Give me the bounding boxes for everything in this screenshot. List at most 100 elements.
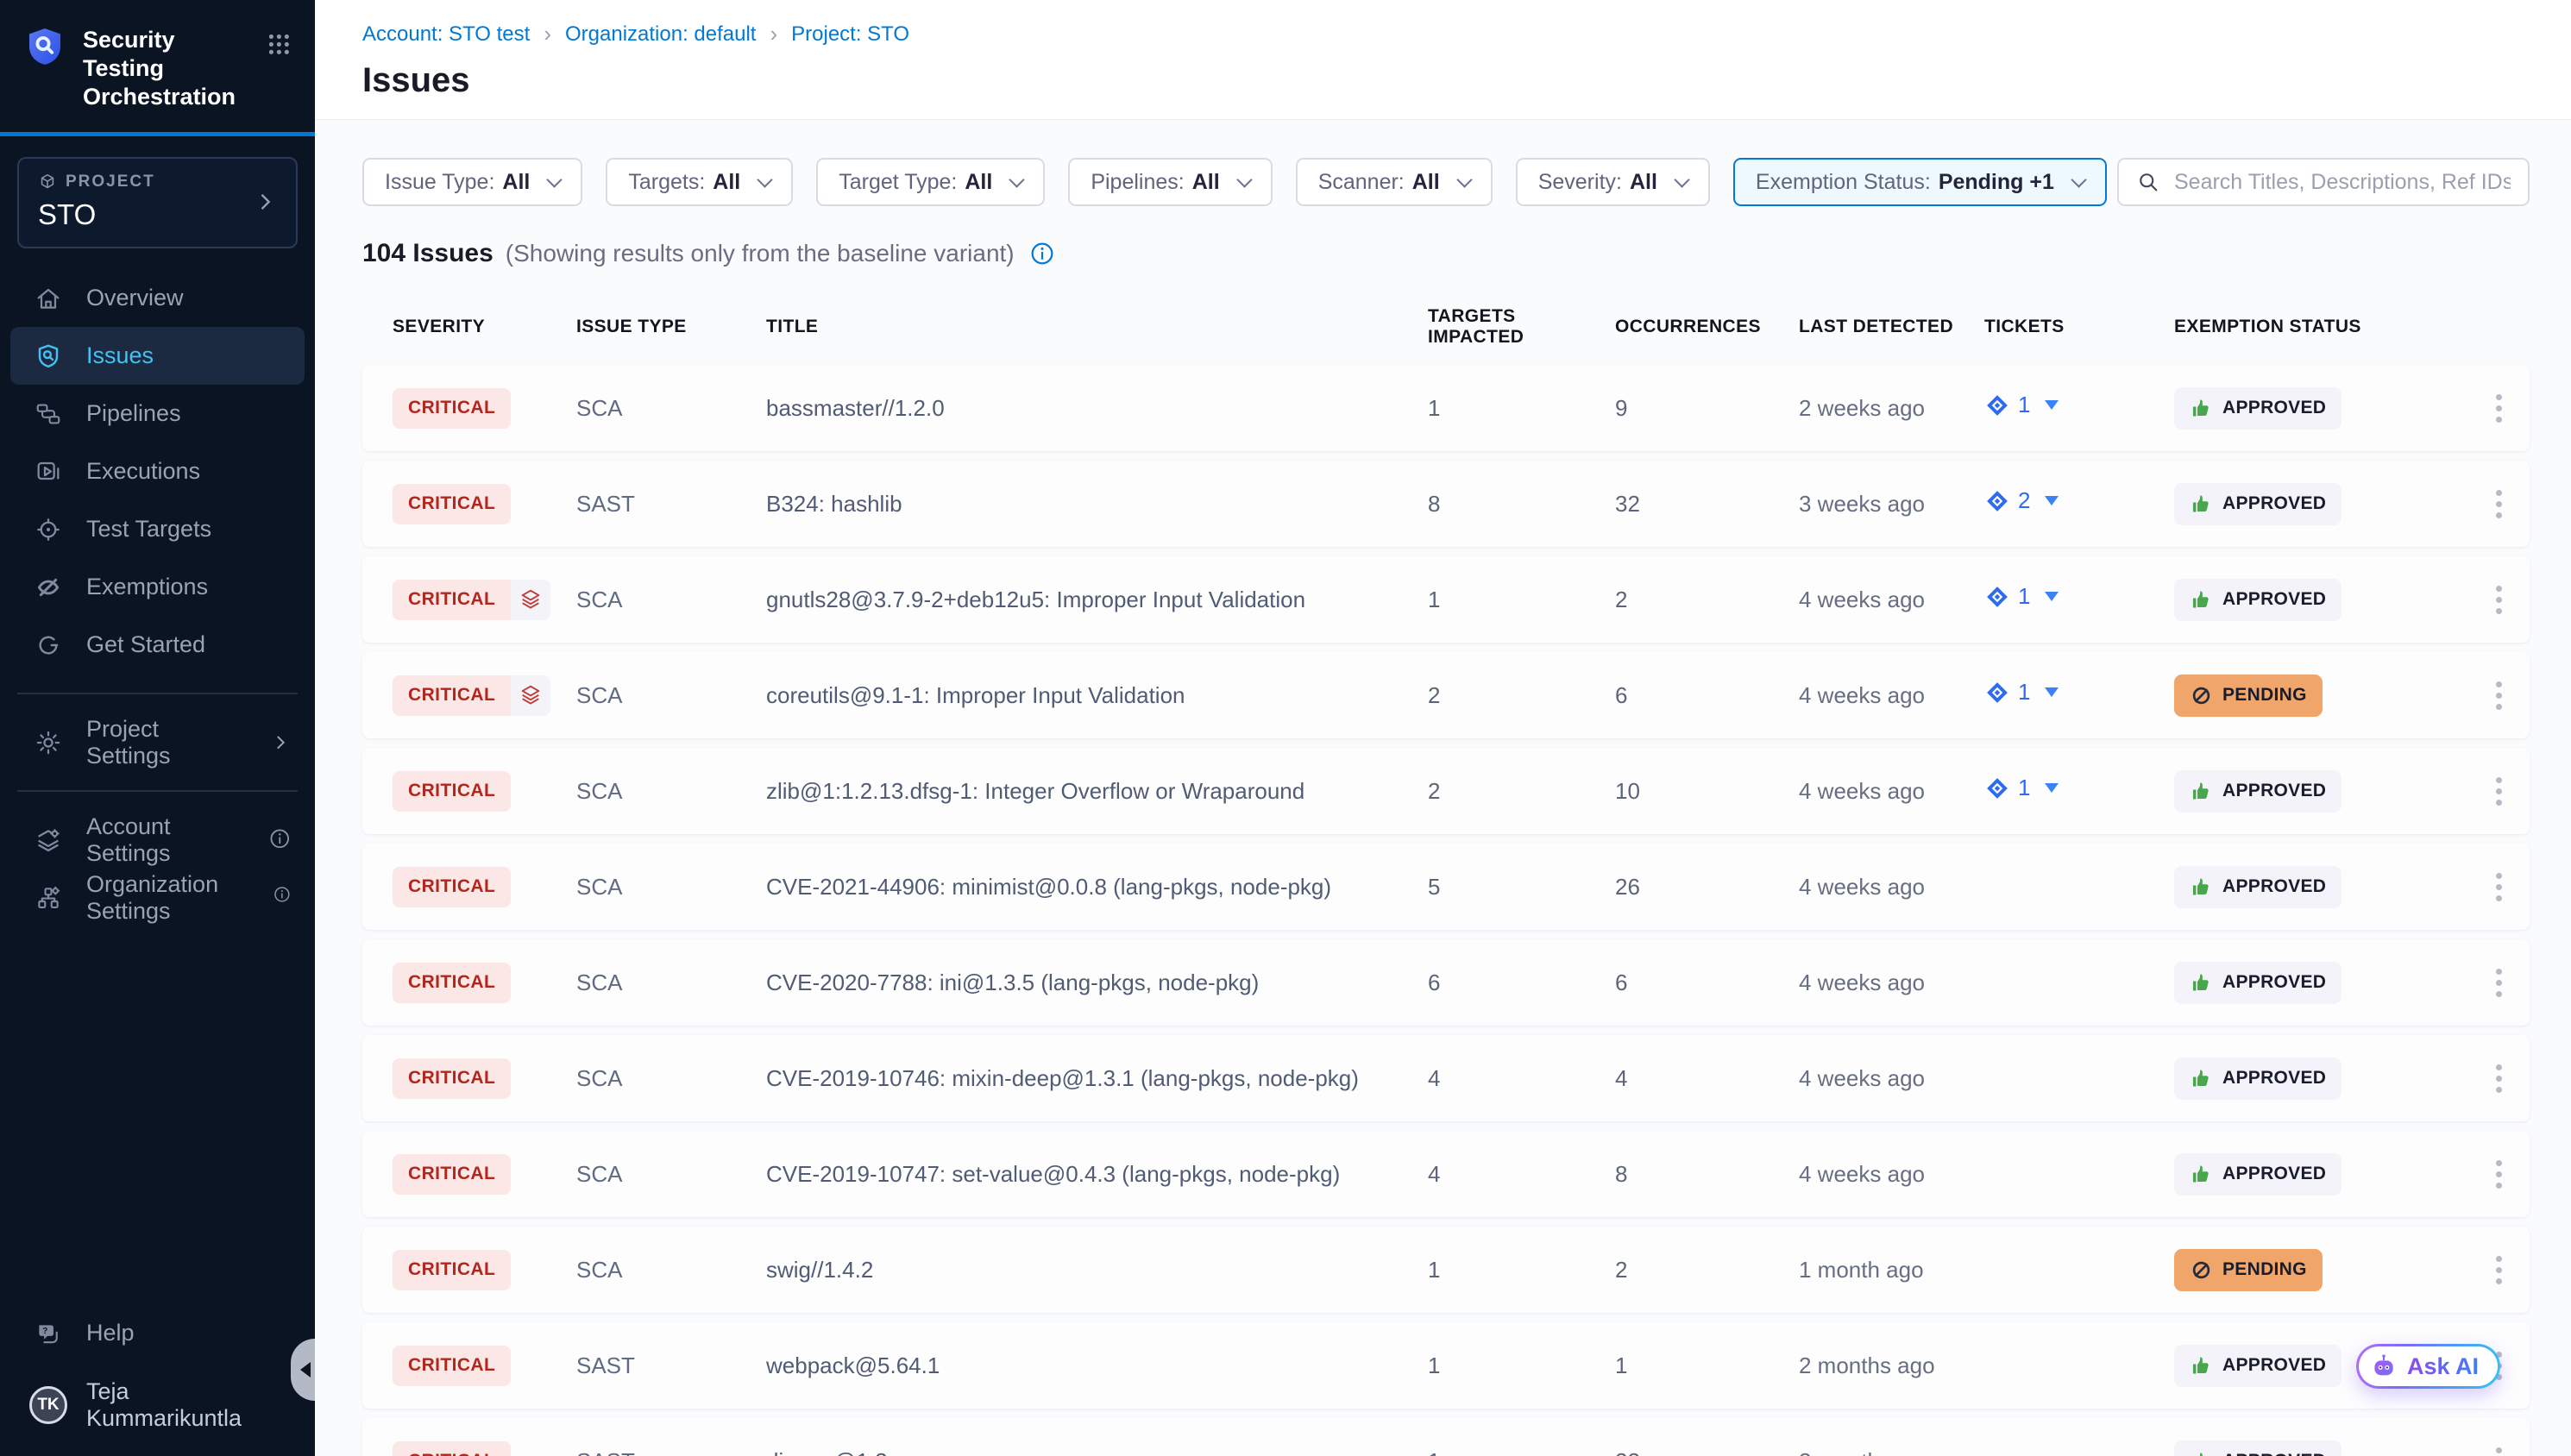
last-detected: 4 weeks ago <box>1799 970 1984 996</box>
caret-down-icon <box>2045 783 2059 800</box>
severity-badge: CRITICAL <box>393 675 511 716</box>
issue-type: SCA <box>576 874 766 901</box>
issue-type: SCA <box>576 1161 766 1188</box>
filter-targets[interactable]: Targets:All <box>606 158 793 206</box>
table-row[interactable]: CRITICALSCAswig//1.4.2121 month agoPENDI… <box>362 1227 2530 1313</box>
column-header: SEVERITY <box>393 317 576 337</box>
issue-title: gnutls28@3.7.9-2+deb12u5: Improper Input… <box>766 587 1428 613</box>
row-menu-button[interactable] <box>2487 673 2511 719</box>
table-row[interactable]: CRITICALSASTB324: hashlib8323 weeks ago2… <box>362 461 2530 547</box>
exemption-status-cell: APPROVED <box>2174 1153 2467 1196</box>
user-profile[interactable]: TK Teja Kummarikuntla <box>10 1376 305 1434</box>
last-detected: 4 weeks ago <box>1799 682 1984 709</box>
sidebar-item-account-settings[interactable]: Account Settings <box>10 811 305 869</box>
exemption-status-cell: APPROVED <box>2174 1440 2467 1456</box>
info-icon[interactable] <box>1030 242 1054 266</box>
table-row[interactable]: CRITICALSCAcoreutils@9.1-1: Improper Inp… <box>362 652 2530 738</box>
sidebar-item-executions[interactable]: Executions <box>10 442 305 500</box>
sidebar-item-test-targets[interactable]: Test Targets <box>10 500 305 558</box>
caret-down-icon <box>2045 400 2059 417</box>
table-row[interactable]: CRITICALSCACVE-2020-7788: ini@1.3.5 (lan… <box>362 939 2530 1026</box>
thumbs-up-icon <box>2190 397 2213 420</box>
ticket-count: 1 <box>2018 392 2030 418</box>
row-menu-button[interactable] <box>2487 960 2511 1006</box>
jira-ticket-icon <box>1984 488 2010 514</box>
help-chat-icon: ? <box>35 1320 62 1347</box>
table-row[interactable]: CRITICALSCAzlib@1:1.2.13.dfsg-1: Integer… <box>362 748 2530 834</box>
module-switcher-grid-icon[interactable] <box>266 31 292 59</box>
chevron-right-icon <box>270 732 291 753</box>
table-row[interactable]: CRITICALSASTwebpack@5.64.1112 months ago… <box>362 1322 2530 1409</box>
sidebar-item-pipelines[interactable]: Pipelines <box>10 385 305 442</box>
table-row[interactable]: CRITICALSCACVE-2019-10747: set-value@0.4… <box>362 1131 2530 1217</box>
info-icon[interactable] <box>269 828 291 851</box>
severity-badge: CRITICAL <box>393 867 511 907</box>
sidebar-divider <box>17 693 298 694</box>
sidebar-item-exemptions[interactable]: Exemptions <box>10 558 305 616</box>
sidebar-item-overview[interactable]: Overview <box>10 269 305 327</box>
sidebar-item-label: Get Started <box>86 631 205 658</box>
severity-cell: CRITICAL <box>393 1250 576 1290</box>
severity-cell: CRITICAL <box>393 484 576 524</box>
filter-issue-type[interactable]: Issue Type:All <box>362 158 582 206</box>
ticket-link[interactable]: 1 <box>1984 583 2059 610</box>
table-row[interactable]: CRITICALSCACVE-2021-44906: minimist@0.0.… <box>362 844 2530 930</box>
info-icon[interactable] <box>273 886 291 909</box>
row-menu-button[interactable] <box>2487 769 2511 814</box>
sidebar-item-label: Organization Settings <box>86 871 249 925</box>
severity-badge: CRITICAL <box>393 484 511 524</box>
occurrences: 6 <box>1615 682 1799 709</box>
ticket-link[interactable]: 1 <box>1984 392 2059 418</box>
caret-down-icon <box>2045 592 2059 608</box>
row-menu-button[interactable] <box>2487 386 2511 431</box>
severity-cell: CRITICAL <box>393 1058 576 1099</box>
row-menu-button[interactable] <box>2487 1056 2511 1101</box>
severity-badge: CRITICAL <box>393 1154 511 1195</box>
filter-target-type[interactable]: Target Type:All <box>816 158 1045 206</box>
ticket-link[interactable]: 2 <box>1984 487 2059 514</box>
row-menu-button[interactable] <box>2487 1247 2511 1293</box>
breadcrumb-account[interactable]: Account: STO test <box>362 22 530 47</box>
row-menu-button[interactable] <box>2487 864 2511 910</box>
ask-ai-button[interactable]: Ask AI <box>2356 1344 2500 1389</box>
filter-exemption-status[interactable]: Exemption Status:Pending +1 <box>1733 158 2107 206</box>
issue-title: django@1.2 <box>766 1448 1428 1456</box>
shield-search-icon <box>35 342 62 370</box>
occurrences: 22 <box>1615 1448 1799 1456</box>
sidebar-item-organization-settings[interactable]: Organization Settings <box>10 869 305 926</box>
sidebar-item-project-settings[interactable]: Project Settings <box>10 713 305 771</box>
filter-scanner[interactable]: Scanner:All <box>1296 158 1493 206</box>
issue-type: SCA <box>576 682 766 709</box>
table-row[interactable]: CRITICALSASTdjango@1.21222 months agoAPP… <box>362 1418 2530 1456</box>
issue-type: SAST <box>576 1448 766 1456</box>
ticket-link[interactable]: 1 <box>1984 775 2059 801</box>
tickets-cell: 1 <box>1984 392 2174 424</box>
row-menu-button[interactable] <box>2487 1439 2511 1456</box>
project-selector[interactable]: PROJECT STO <box>17 157 298 248</box>
breadcrumb-organization[interactable]: Organization: default <box>565 22 756 47</box>
filter-pipelines[interactable]: Pipelines:All <box>1068 158 1272 206</box>
exemption-status-cell: APPROVED <box>2174 483 2467 525</box>
severity-badge: CRITICAL <box>393 580 511 620</box>
row-menu-button[interactable] <box>2487 577 2511 623</box>
filter-label: Target Type: <box>839 170 957 195</box>
search-input[interactable] <box>2174 170 2511 195</box>
filter-severity[interactable]: Severity:All <box>1516 158 1710 206</box>
sidebar-item-issues[interactable]: Issues <box>10 327 305 385</box>
filter-label: Targets: <box>628 170 705 195</box>
table-row[interactable]: CRITICALSCACVE-2019-10746: mixin-deep@1.… <box>362 1035 2530 1121</box>
table-row[interactable]: CRITICALSCAbassmaster//1.2.0192 weeks ag… <box>362 365 2530 451</box>
sidebar-item-get-started[interactable]: Get Started <box>10 616 305 674</box>
tickets-cell: 2 <box>1984 487 2174 520</box>
status-label: APPROVED <box>2222 589 2326 610</box>
breadcrumb-project[interactable]: Project: STO <box>791 22 909 47</box>
severity-badge: CRITICAL <box>393 1346 511 1386</box>
ticket-link[interactable]: 1 <box>1984 679 2059 706</box>
row-menu-button[interactable] <box>2487 1152 2511 1197</box>
project-cube-icon <box>38 173 57 191</box>
sidebar-item-help[interactable]: ? Help <box>10 1304 305 1362</box>
ticket-count: 2 <box>2018 487 2030 514</box>
table-row[interactable]: CRITICALSCAgnutls28@3.7.9-2+deb12u5: Imp… <box>362 556 2530 643</box>
chevron-down-icon <box>1456 172 1472 187</box>
row-menu-button[interactable] <box>2487 481 2511 527</box>
